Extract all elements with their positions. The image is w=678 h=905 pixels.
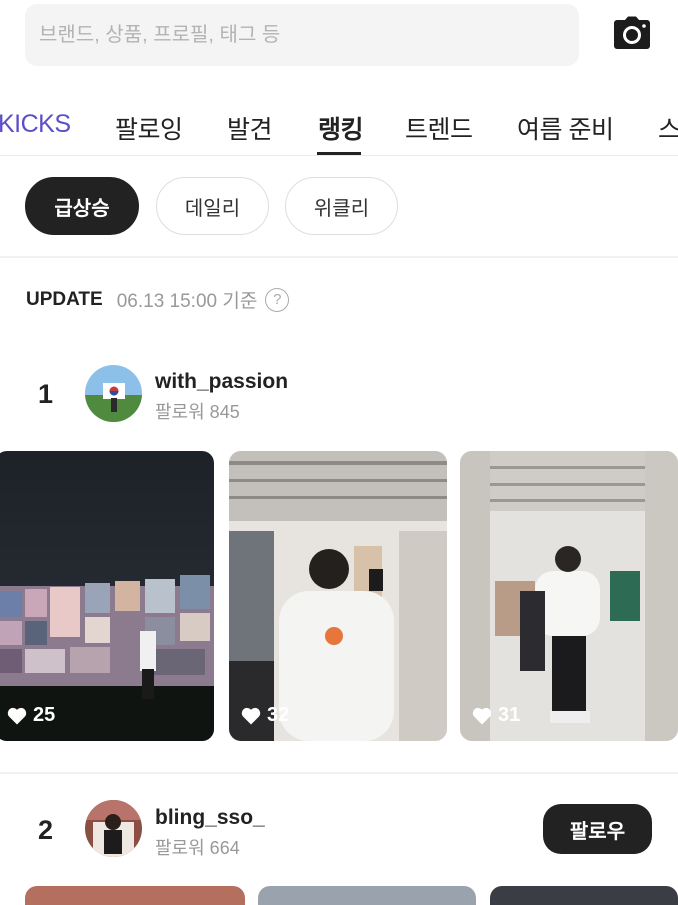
like-count: 31 [472,704,520,727]
like-count-value: 32 [267,704,290,726]
follow-button[interactable]: 팔로우 [543,804,652,854]
tab-following[interactable]: 팔로잉 [115,110,183,146]
section-divider [0,256,678,258]
follower-count: 팔로워 664 [155,838,240,858]
update-label: UPDATE [26,288,103,310]
post-photo[interactable] [25,886,245,905]
avatar[interactable] [85,365,142,422]
post-photo[interactable] [258,886,476,905]
camera-icon[interactable] [613,16,651,50]
tab-kicks[interactable]: KICKS [0,110,71,139]
tab-next[interactable]: 스 [658,110,678,146]
heart-icon [241,707,261,724]
like-count-value: 31 [498,704,521,726]
chip-weekly[interactable]: 위클리 [285,177,398,235]
tab-ranking[interactable]: 랭킹 [318,110,364,146]
post-photo[interactable]: 31 [460,451,678,741]
update-time: 06.13 15:00 기준 [116,291,258,312]
update-info: UPDATE 06.13 15:00 기준 ? [26,286,290,313]
section-divider [0,772,678,774]
chip-rising[interactable]: 급상승 [25,177,139,235]
rank-number: 1 [38,379,54,409]
search-input[interactable] [25,4,579,66]
search-bar[interactable] [25,4,579,66]
tab-trend[interactable]: 트렌드 [405,110,473,146]
avatar[interactable] [85,800,142,857]
heart-icon [7,707,27,724]
category-tabs: KICKS 팔로잉 발견 랭킹 트렌드 여름 준비 스 [0,100,678,156]
like-count: 32 [241,704,289,727]
tab-summer-prep[interactable]: 여름 준비 [517,110,614,146]
rank-number: 2 [38,815,54,845]
tab-discover[interactable]: 발견 [227,110,273,146]
post-photo[interactable]: 25 [0,451,214,741]
username[interactable]: bling_sso_ [155,806,265,830]
username[interactable]: with_passion [155,370,288,394]
like-count: 25 [7,704,55,727]
post-photo[interactable] [490,886,678,905]
chip-daily[interactable]: 데일리 [156,177,269,235]
follower-count: 팔로워 845 [155,402,240,422]
heart-icon [472,707,492,724]
post-photo[interactable]: 32 [229,451,447,741]
help-icon[interactable]: ? [265,287,290,312]
like-count-value: 25 [33,704,56,726]
active-tab-indicator [317,152,361,155]
